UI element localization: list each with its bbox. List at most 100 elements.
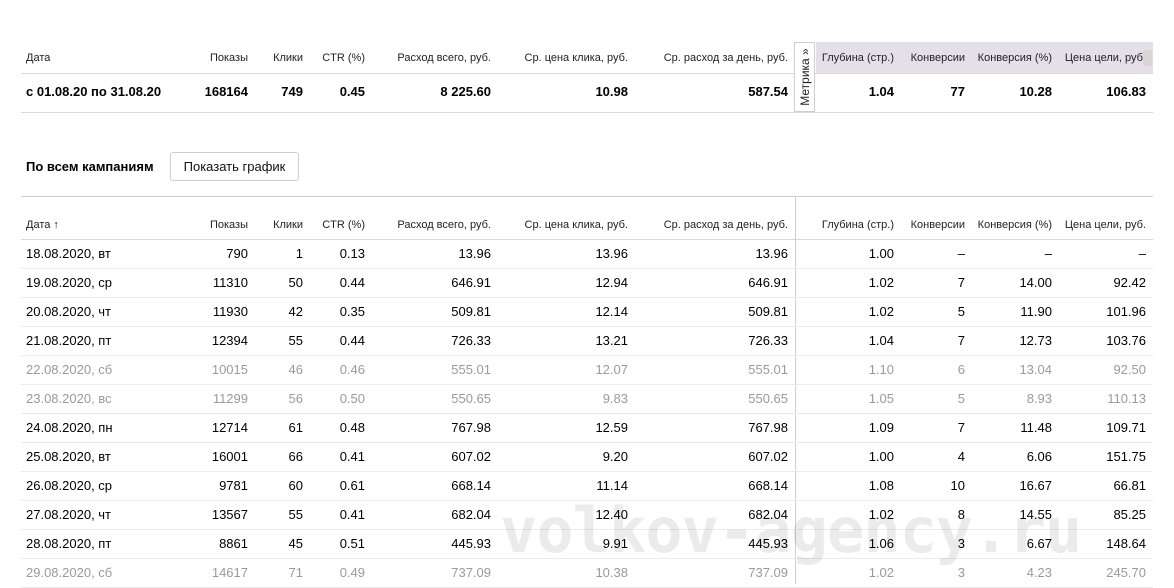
col-header-depth[interactable]: Глубина (стр.) [812,52,894,64]
row-divider [21,355,1153,356]
cell-conversions: 5 [957,391,965,406]
cell-conversions: 10 [950,478,965,493]
cell-conv-rate: 11.90 [1020,304,1052,319]
show-chart-button-label: Показать график [183,159,286,174]
summary-period: с 01.08.20 по 31.08.20 [26,84,162,99]
cell-impressions: 790 [226,246,248,261]
cell-spend: 550.65 [451,391,491,406]
table-header-goal-cost[interactable]: Цена цели, руб. [1060,219,1146,231]
cell-conv-rate: 12.73 [1019,333,1052,348]
summary-spend: 8 225.60 [440,84,491,99]
cell-daily: 13.96 [755,246,788,261]
cell-daily: 646.91 [748,275,788,290]
scroll-right-handle[interactable] [1143,50,1152,66]
table-header-conversions[interactable]: Конверсии [900,219,965,231]
cell-conv-rate: 16.67 [1019,478,1052,493]
cell-ctr: 0.48 [339,420,365,435]
table-header-date-sorted[interactable]: Дата ↑ [26,219,59,231]
cell-daily: 550.65 [748,391,788,406]
cell-goal-cost: 92.50 [1113,362,1146,377]
metrika-tab[interactable]: Метрика » [794,42,815,112]
cell-depth: 1.02 [868,275,894,290]
cell-conversions: 6 [957,362,965,377]
col-header-conversions[interactable]: Конверсии [900,52,965,64]
cell-cpc: 11.14 [596,478,628,493]
cell-clicks: 60 [288,478,303,493]
cell-conv-rate: 14.55 [1019,507,1052,522]
cell-impressions: 16001 [211,449,248,464]
cell-clicks: 55 [288,333,303,348]
cell-clicks: 46 [288,362,303,377]
cell-goal-cost: 92.42 [1113,275,1146,290]
summary-goal-cost: 106.83 [1106,84,1146,99]
cell-cpc: 12.59 [595,420,628,435]
cell-depth: 1.05 [868,391,894,406]
cell-ctr: 0.41 [339,507,365,522]
table-header-conv-rate[interactable]: Конверсия (%) [970,219,1052,231]
show-chart-button[interactable]: Показать график [170,152,299,181]
cell-cpc: 9.91 [602,536,628,551]
cell-daily: 445.93 [748,536,788,551]
cell-goal-cost: 151.75 [1106,449,1146,464]
cell-spend: 737.09 [451,565,491,580]
col-header-impressions[interactable]: Показы [170,52,248,64]
cell-daily: 737.09 [748,565,788,580]
col-header-conv-rate[interactable]: Конверсия (%) [970,52,1052,64]
cell-impressions: 14617 [211,565,248,580]
table-header-ctr[interactable]: CTR (%) [305,219,365,231]
cell-conv-rate: 6.67 [1026,536,1052,551]
col-header-ctr[interactable]: CTR (%) [305,52,365,64]
table-header-depth[interactable]: Глубина (стр.) [812,219,894,231]
cell-date: 27.08.2020, чт [26,507,112,522]
cell-date: 26.08.2020, ср [26,478,113,493]
cell-ctr: 0.50 [339,391,365,406]
cell-ctr: 0.41 [339,449,365,464]
table-top-line [21,196,1153,197]
summary-impressions: 168164 [204,84,248,99]
cell-goal-cost: 109.71 [1106,420,1146,435]
cell-daily: 767.98 [748,420,788,435]
cell-conv-rate: 11.48 [1020,420,1052,435]
cell-cpc: 10.38 [595,565,628,580]
col-header-goal-cost[interactable]: Цена цели, руб. [1060,52,1146,64]
cell-goal-cost: 148.64 [1106,536,1146,551]
summary-clicks: 749 [281,84,303,99]
cell-spend: 682.04 [451,507,491,522]
table-header-cpc[interactable]: Ср. цена клика, руб. [500,219,628,231]
cell-impressions: 11299 [212,391,248,406]
cell-spend: 555.01 [451,362,491,377]
cell-date: 23.08.2020, вс [26,391,112,406]
cell-clicks: 42 [288,304,303,319]
table-header-impressions[interactable]: Показы [170,219,248,231]
cell-daily: 509.81 [748,304,788,319]
cell-conversions: 3 [957,565,965,580]
summary-daily: 587.54 [748,84,788,99]
cell-impressions: 12394 [211,333,248,348]
cell-goal-cost: 103.76 [1106,333,1146,348]
table-header-daily[interactable]: Ср. расход за день, руб. [640,219,788,231]
cell-daily: 726.33 [748,333,788,348]
cell-impressions: 13567 [211,507,248,522]
table-header-clicks[interactable]: Клики [250,219,303,231]
col-header-cpc[interactable]: Ср. цена клика, руб. [500,52,628,64]
cell-spend: 767.98 [451,420,491,435]
col-header-daily[interactable]: Ср. расход за день, руб. [640,52,788,64]
row-divider [21,500,1153,501]
cell-depth: 1.02 [868,507,894,522]
table-header-spend[interactable]: Расход всего, руб. [370,219,491,231]
cell-daily: 555.01 [748,362,788,377]
cell-impressions: 11310 [212,275,248,290]
cell-ctr: 0.46 [339,362,365,377]
cell-clicks: 66 [288,449,303,464]
table-header-divider [21,239,1153,240]
cell-goal-cost: 66.81 [1113,478,1146,493]
col-header-date[interactable]: Дата [26,52,50,64]
col-header-clicks[interactable]: Клики [250,52,303,64]
cell-date: 18.08.2020, вт [26,246,111,261]
col-header-spend[interactable]: Расход всего, руб. [370,52,491,64]
cell-spend: 445.93 [451,536,491,551]
cell-cpc: 13.21 [595,333,628,348]
cell-conversions: 3 [957,536,965,551]
cell-cpc: 12.14 [595,304,628,319]
cell-clicks: 55 [288,507,303,522]
